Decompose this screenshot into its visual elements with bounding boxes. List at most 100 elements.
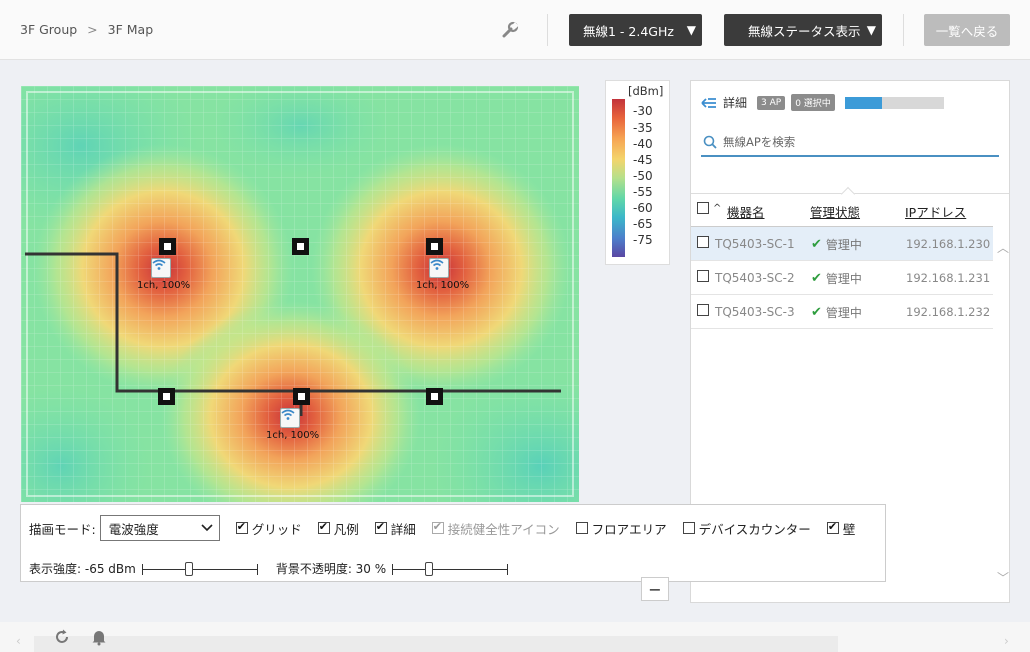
grid-label: グリッド bbox=[251, 521, 302, 537]
legend-toggle[interactable]: 凡例 bbox=[317, 519, 359, 538]
collapse-panel-icon[interactable] bbox=[701, 97, 717, 109]
legend-tick: -35 bbox=[633, 121, 653, 135]
grid-checkbox[interactable] bbox=[235, 520, 248, 534]
slider-end bbox=[507, 563, 509, 575]
legend-color-bar bbox=[612, 99, 625, 257]
slider-options: 表示強度: -65 dBm 背景不透明度: 30 % bbox=[29, 560, 509, 577]
render-mode-label: 描画モード: bbox=[29, 521, 96, 537]
device-status-label: 管理中 bbox=[825, 272, 862, 286]
legend-tick: -45 bbox=[633, 153, 653, 167]
scroll-right-icon[interactable]: › bbox=[1004, 634, 1009, 648]
map-node[interactable] bbox=[426, 238, 443, 255]
breadcrumb-map: 3F Map bbox=[107, 22, 154, 37]
device-status: ✔ 管理中 bbox=[811, 236, 862, 253]
legend-tick: -65 bbox=[633, 217, 653, 231]
device-ip: 192.168.1.230 bbox=[906, 237, 991, 251]
ap-label: 1ch, 100% bbox=[266, 430, 320, 441]
column-header-ip[interactable]: IPアドレス bbox=[905, 202, 966, 221]
bottom-bar: ‹ › bbox=[0, 622, 1030, 652]
table-row[interactable]: TQ5403-SC-2 ✔ 管理中 192.168.1.231 bbox=[691, 261, 993, 295]
detail-toggle[interactable]: 詳細 bbox=[374, 519, 416, 538]
table-row[interactable]: TQ5403-SC-3 ✔ 管理中 192.168.1.232 bbox=[691, 295, 993, 329]
map-node[interactable] bbox=[159, 238, 176, 255]
band-dropdown[interactable]: 無線1 - 2.4GHz ▼ bbox=[569, 14, 702, 46]
access-point-icon[interactable] bbox=[151, 258, 171, 278]
scroll-left-icon[interactable]: ‹ bbox=[16, 634, 21, 648]
panel-pointer bbox=[840, 186, 856, 202]
device-name: TQ5403-SC-3 bbox=[715, 305, 795, 319]
breadcrumb: 3F Group > 3F Map bbox=[20, 22, 153, 37]
ap-label: 1ch, 100% bbox=[416, 280, 470, 291]
back-to-list-button[interactable]: 一覧へ戻る bbox=[924, 14, 1010, 46]
floor-area-checkbox[interactable] bbox=[575, 522, 588, 534]
legend-tick: -55 bbox=[633, 185, 653, 199]
device-status: ✔ 管理中 bbox=[811, 304, 862, 321]
signal-legend: [dBm] -30 -35 -40 -45 -50 -55 -60 -65 -7… bbox=[605, 80, 670, 265]
scroll-down-icon[interactable]: ﹀ bbox=[997, 569, 1009, 586]
detail-checkbox[interactable] bbox=[374, 520, 387, 534]
legend-tick: -50 bbox=[633, 169, 653, 183]
breadcrumb-group[interactable]: 3F Group bbox=[20, 22, 77, 37]
display-options: 描画モード: 電波強度 グリッド 凡例 詳細 接続健全性アイコン フロアエリア … bbox=[29, 515, 855, 541]
horizontal-scrollbar[interactable] bbox=[34, 636, 838, 652]
sort-indicator-icon[interactable]: ^ bbox=[713, 203, 721, 214]
status-display-label: 無線ステータス表示 bbox=[748, 23, 861, 39]
floor-heatmap[interactable]: 1ch, 100% 1ch, 100% 1ch, 100% bbox=[21, 86, 579, 502]
strength-slider-thumb[interactable] bbox=[185, 561, 193, 576]
status-display-dropdown[interactable]: 無線ステータス表示 ▼ bbox=[724, 14, 882, 46]
legend-unit: [dBm] bbox=[628, 84, 664, 98]
wall-toggle[interactable]: 壁 bbox=[826, 519, 855, 538]
ap-search-input[interactable] bbox=[723, 135, 983, 149]
device-name: TQ5403-SC-2 bbox=[715, 271, 795, 285]
grid-toggle[interactable]: グリッド bbox=[235, 519, 302, 538]
opacity-label: 背景不透明度: 30 % bbox=[275, 562, 387, 576]
opacity-slider[interactable] bbox=[392, 561, 509, 576]
ap-label: 1ch, 100% bbox=[137, 280, 191, 291]
divider bbox=[903, 14, 904, 46]
slider-end bbox=[392, 563, 394, 575]
map-node[interactable] bbox=[292, 238, 309, 255]
map-node[interactable] bbox=[293, 388, 310, 405]
wrench-icon[interactable] bbox=[500, 20, 520, 40]
legend-checkbox[interactable] bbox=[317, 520, 330, 534]
map-node[interactable] bbox=[426, 388, 443, 405]
device-ip: 192.168.1.231 bbox=[906, 271, 991, 285]
slider-track bbox=[392, 568, 509, 570]
zoom-out-button[interactable]: − bbox=[641, 577, 669, 601]
bell-icon[interactable] bbox=[90, 628, 108, 646]
row-checkbox[interactable] bbox=[697, 236, 709, 248]
map-node[interactable] bbox=[158, 388, 175, 405]
chevron-down-icon bbox=[201, 524, 213, 532]
legend-tick: -30 bbox=[633, 104, 653, 118]
breadcrumb-separator: > bbox=[87, 22, 98, 37]
column-header-name[interactable]: 機器名 bbox=[727, 202, 765, 221]
floor-area-label: フロアエリア bbox=[591, 521, 667, 537]
row-checkbox[interactable] bbox=[697, 304, 709, 316]
floor-area-toggle[interactable]: フロアエリア bbox=[575, 519, 667, 538]
slider-end bbox=[141, 563, 143, 575]
strength-slider[interactable] bbox=[141, 561, 258, 576]
row-checkbox[interactable] bbox=[697, 270, 709, 282]
device-counter-checkbox[interactable] bbox=[682, 522, 695, 534]
access-point-icon[interactable] bbox=[429, 258, 449, 278]
select-all-checkbox[interactable] bbox=[697, 202, 709, 214]
device-counter-toggle[interactable]: デバイスカウンター bbox=[682, 519, 811, 538]
slider-end bbox=[256, 563, 258, 575]
render-mode-select[interactable]: 電波強度 bbox=[99, 515, 220, 541]
device-counter-label: デバイスカウンター bbox=[698, 521, 811, 537]
opacity-slider-thumb[interactable] bbox=[424, 561, 433, 576]
ap-count-badge: 3 AP bbox=[757, 95, 786, 110]
wifi-icon bbox=[152, 259, 166, 270]
scroll-up-icon[interactable]: ︿ bbox=[997, 239, 1009, 256]
detail-label: 詳細 bbox=[723, 96, 748, 110]
wall-checkbox[interactable] bbox=[826, 520, 839, 534]
table-row[interactable]: TQ5403-SC-1 ✔ 管理中 192.168.1.230 bbox=[691, 227, 993, 261]
device-status-label: 管理中 bbox=[825, 238, 862, 252]
check-icon: ✔ bbox=[811, 271, 822, 286]
column-header-status[interactable]: 管理状態 bbox=[810, 202, 860, 221]
caret-down-icon: ▼ bbox=[866, 23, 876, 37]
select-all: ^ bbox=[697, 202, 721, 214]
access-point-icon[interactable] bbox=[280, 408, 300, 428]
panel-header: 詳細 3 AP 0 選択中 bbox=[701, 94, 944, 111]
refresh-icon[interactable] bbox=[53, 628, 71, 646]
